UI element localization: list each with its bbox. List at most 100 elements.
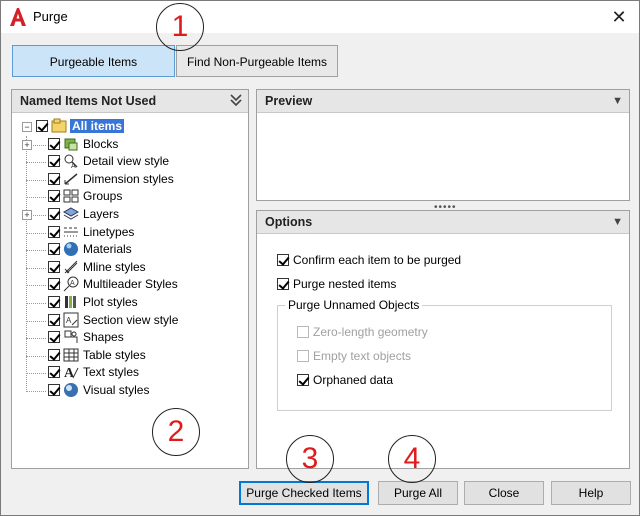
tree-item-label: Multileader Styles <box>83 277 178 292</box>
annotation-4: 4 <box>388 435 436 483</box>
tree-item-checkbox[interactable] <box>48 366 60 379</box>
tree-item-label: Groups <box>83 189 123 204</box>
mline-icon <box>64 260 78 274</box>
tree-item-label: Linetypes <box>83 224 135 239</box>
svg-text:A: A <box>70 280 75 287</box>
shapes-icon <box>64 330 78 344</box>
purge-all-button[interactable]: Purge All <box>378 481 458 505</box>
double-chevron-down-icon[interactable] <box>230 94 242 107</box>
tree-item-checkbox[interactable] <box>48 207 60 220</box>
expand-icon[interactable]: + <box>22 209 32 220</box>
preview-panel: Preview ▼ <box>256 89 630 201</box>
tree-item-checkbox[interactable] <box>48 348 60 361</box>
tree-item-checkbox[interactable] <box>48 260 60 273</box>
preview-header: Preview ▼ <box>257 90 629 113</box>
tree-item-checkbox[interactable] <box>48 137 60 150</box>
tree-connector-line <box>26 338 46 340</box>
tree-connector-line <box>26 320 46 322</box>
tree-item-checkbox[interactable] <box>48 243 60 256</box>
tree-item-checkbox[interactable] <box>48 225 60 238</box>
groups-icon <box>63 189 79 203</box>
tree-item-label: Shapes <box>83 330 124 345</box>
zero-length-checkbox[interactable] <box>297 326 309 338</box>
options-header: Options ▼ <box>257 211 629 234</box>
tree-connector-line <box>26 197 46 199</box>
tree-item-label: Section view style <box>83 312 179 327</box>
annotation-1: 1 <box>156 3 204 51</box>
tree-item-label: Table styles <box>83 347 146 362</box>
svg-text:A: A <box>71 163 76 169</box>
tree-connector-line <box>26 267 46 269</box>
confirm-each-checkbox[interactable] <box>277 254 289 266</box>
tree-item-checkbox[interactable] <box>48 295 60 308</box>
tree-item-checkbox[interactable] <box>48 313 60 326</box>
tree-item-checkbox[interactable] <box>48 155 60 168</box>
orphaned-data-label: Orphaned data <box>313 373 394 387</box>
tree-item-label: Visual styles <box>83 382 150 397</box>
close-icon[interactable]: ✕ <box>605 3 633 31</box>
layers-icon <box>63 207 79 220</box>
annotation-2: 2 <box>152 408 200 456</box>
tree-connector-line <box>26 135 27 392</box>
expand-icon[interactable]: + <box>22 139 32 150</box>
window-title: Purge <box>33 9 68 24</box>
svg-text:A: A <box>66 316 72 325</box>
purge-dialog: Purge ✕ Purgeable Items Find Non-Purgeab… <box>0 0 640 516</box>
visual-style-icon <box>64 382 78 397</box>
all-items-checkbox[interactable] <box>36 120 48 132</box>
tree-item-checkbox[interactable] <box>48 331 60 344</box>
tab-find-non-purgeable-items[interactable]: Find Non-Purgeable Items <box>176 45 338 77</box>
tree-connector-line <box>26 250 46 252</box>
tree-item-label: Materials <box>83 242 132 257</box>
dimension-icon <box>64 173 78 185</box>
annotation-3: 3 <box>286 435 334 483</box>
named-items-header: Named Items Not Used <box>12 90 248 113</box>
tree-connector-line <box>26 390 46 392</box>
preview-header-label: Preview <box>265 94 313 108</box>
caret-down-icon[interactable]: ▼ <box>612 90 623 112</box>
purge-checked-items-button[interactable]: Purge Checked Items <box>239 481 369 505</box>
materials-icon <box>64 242 78 257</box>
tree-item-label: Plot styles <box>83 294 138 309</box>
section-view-icon: A <box>63 312 79 328</box>
tree-item-checkbox[interactable] <box>48 190 60 203</box>
all-items-icon <box>51 118 67 133</box>
close-button[interactable]: Close <box>464 481 544 505</box>
tree-item-label: Detail view style <box>83 154 170 169</box>
caret-down-icon[interactable]: ▼ <box>612 211 623 233</box>
autocad-logo-icon <box>10 8 26 26</box>
detail-view-icon: A <box>64 154 78 169</box>
tree-connector-line <box>26 373 46 375</box>
empty-text-checkbox[interactable] <box>297 350 309 362</box>
tree-item-label: All items <box>70 119 125 133</box>
tree-item-label: Mline styles <box>83 259 146 274</box>
plot-style-icon <box>65 295 76 308</box>
named-items-header-label: Named Items Not Used <box>20 94 157 108</box>
tree-connector-line <box>26 285 46 287</box>
tree-item-label: Blocks <box>83 136 119 151</box>
tree-connector-line <box>26 162 46 164</box>
tree-item-checkbox[interactable] <box>48 172 60 185</box>
tree-item-checkbox[interactable] <box>48 278 60 291</box>
collapse-icon[interactable]: − <box>22 122 32 132</box>
purge-nested-label: Purge nested items <box>293 277 397 291</box>
tree-connector-line <box>26 355 46 357</box>
tree-item-checkbox[interactable] <box>48 383 60 396</box>
help-button[interactable]: Help <box>551 481 631 505</box>
table-icon <box>63 348 79 362</box>
tab-purgeable-items[interactable]: Purgeable Items <box>12 45 175 77</box>
linetype-icon <box>64 227 78 237</box>
tree-item-label: Dimension styles <box>83 171 174 186</box>
tree-connector-line <box>26 302 46 304</box>
zero-length-label: Zero-length geometry <box>313 325 428 339</box>
tree-item-label: Text styles <box>83 365 140 380</box>
named-items-panel: Named Items Not Used − All items + Blocks A D… <box>11 89 249 469</box>
purge-nested-checkbox[interactable] <box>277 278 289 290</box>
purge-unnamed-title: Purge Unnamed Objects <box>285 298 423 312</box>
title-bar[interactable]: Purge ✕ <box>1 1 639 33</box>
text-style-icon: A <box>64 366 79 380</box>
orphaned-data-checkbox[interactable] <box>297 374 309 386</box>
block-icon <box>64 138 78 151</box>
confirm-each-label: Confirm each item to be purged <box>293 253 462 267</box>
options-header-label: Options <box>265 215 313 229</box>
